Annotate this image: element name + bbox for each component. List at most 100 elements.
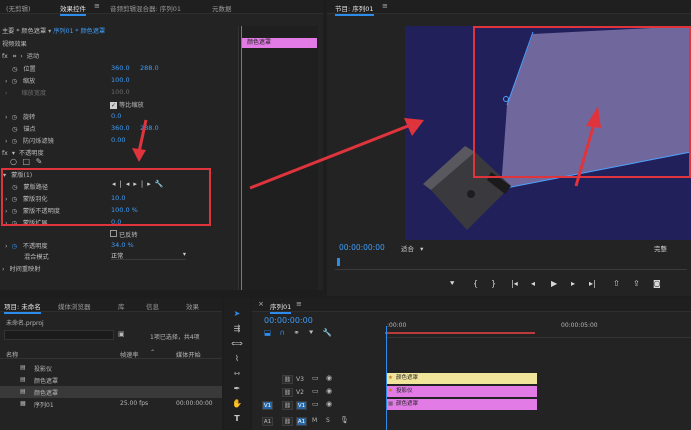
effect-playhead[interactable] xyxy=(241,26,242,290)
play-icon[interactable]: ▶ xyxy=(551,279,557,288)
pen-tool-icon[interactable]: ✒ xyxy=(230,384,244,396)
blend-mode-select[interactable]: 正常 ▾ xyxy=(111,251,186,260)
linked-selection-icon[interactable]: ⚭ xyxy=(293,328,299,337)
program-monitor-title[interactable]: 节目: 序列01 xyxy=(335,3,374,16)
anchor-x-value[interactable]: 360.0 xyxy=(111,124,130,132)
program-timecode[interactable]: 00:00:00:00 xyxy=(339,243,385,252)
project-search-input[interactable] xyxy=(4,330,114,340)
new-bin-icon[interactable]: ▣ xyxy=(118,330,125,338)
snap-icon[interactable]: ∩ xyxy=(279,328,285,337)
mute-button[interactable]: M xyxy=(312,417,317,424)
stopwatch-icon[interactable]: ◷ xyxy=(12,66,17,73)
solo-button[interactable]: S xyxy=(326,417,330,424)
quality-select[interactable]: 完整 xyxy=(654,243,667,253)
toggle-sync-lock[interactable]: ⛓ xyxy=(282,401,293,410)
toggle-output-icon[interactable]: ▭ xyxy=(312,400,319,408)
razor-tool-icon[interactable]: ⌇ xyxy=(230,354,244,366)
tab-libraries[interactable]: 库 xyxy=(118,301,125,311)
position-y-value[interactable]: 288.0 xyxy=(140,64,159,72)
tab-no-clip[interactable]: (无剪辑) xyxy=(6,3,31,13)
stopwatch-icon-active[interactable]: ◷ xyxy=(11,243,16,250)
eye-icon[interactable]: ◉ xyxy=(326,400,332,408)
tab-effects[interactable]: 效果 xyxy=(186,301,199,311)
source-patch-a1[interactable]: A1 xyxy=(262,417,273,426)
panel-menu-icon[interactable]: ≡ xyxy=(382,2,388,10)
step-back-icon[interactable]: ◂ xyxy=(531,279,535,288)
track-name-v1[interactable]: V1 xyxy=(296,401,307,410)
timeline-ruler[interactable]: :00:00 00:00:05:00 xyxy=(385,316,691,338)
mark-in-icon[interactable]: { xyxy=(473,279,478,288)
tab-audio-mixer[interactable]: 音频剪辑混合器: 序列01 xyxy=(110,3,181,13)
breadcrumb-source[interactable]: 主要 * 颜色遮罩 xyxy=(2,28,46,35)
tab-metadata[interactable]: 元数据 xyxy=(212,3,232,13)
panel-menu-icon[interactable]: ≡ xyxy=(94,2,100,10)
video-frame[interactable] xyxy=(405,26,691,240)
go-to-out-icon[interactable]: ▸| xyxy=(589,279,596,288)
panel-menu-icon[interactable]: ≡ xyxy=(296,300,302,308)
col-name[interactable]: 名称 xyxy=(6,350,18,359)
chevron-right-icon[interactable]: › xyxy=(5,138,7,145)
program-playhead[interactable] xyxy=(337,258,340,266)
work-area-bar[interactable] xyxy=(385,332,535,334)
position-x-value[interactable]: 360.0 xyxy=(111,64,130,72)
stopwatch-icon[interactable]: ◷ xyxy=(11,78,16,85)
pen-mask-icon[interactable]: ✎ xyxy=(36,157,43,166)
opacity-value[interactable]: 34.0 % xyxy=(111,241,134,249)
timeline-timecode[interactable]: 00:00:00:00 xyxy=(264,316,313,325)
microphone-icon[interactable]: 🎙 xyxy=(340,416,349,424)
toggle-sync-lock[interactable]: ⛓ xyxy=(282,388,293,397)
go-to-in-icon[interactable]: |◂ xyxy=(511,279,518,288)
clip-v1[interactable]: ▦ 颜色遮罩 xyxy=(387,399,537,410)
add-marker-icon[interactable]: ⯆ xyxy=(308,328,314,337)
chevron-right-icon[interactable]: › xyxy=(5,243,7,250)
marker-icon[interactable]: ⯆ xyxy=(449,279,455,289)
track-name-a1[interactable]: A1 xyxy=(296,417,307,426)
toggle-sync-lock[interactable]: ⛓ xyxy=(282,375,293,384)
toggle-output-icon[interactable]: ▭ xyxy=(312,374,319,382)
tab-media-browser[interactable]: 媒体浏览器 xyxy=(58,301,91,311)
stopwatch-icon[interactable]: ◷ xyxy=(11,114,16,121)
nest-toggle-icon[interactable]: ⬓ xyxy=(264,328,271,337)
track-name-v2[interactable]: V2 xyxy=(296,389,304,396)
stopwatch-icon[interactable]: ◷ xyxy=(12,126,17,133)
ellipse-mask-icon[interactable]: ○ xyxy=(10,157,17,166)
chevron-down-icon[interactable]: ▾ xyxy=(420,245,423,253)
list-item-selected[interactable]: ▤ 颜色遮罩 xyxy=(0,386,222,398)
effect-clip-bar[interactable]: 颜色遮罩 xyxy=(241,38,317,48)
rotation-value[interactable]: 0.0 xyxy=(111,112,121,120)
stopwatch-icon[interactable]: ◷ xyxy=(11,138,16,145)
fit-select[interactable]: 适合 ▾ xyxy=(401,243,423,253)
sort-up-icon[interactable]: ⌃ xyxy=(150,349,155,356)
program-scrubber[interactable] xyxy=(335,258,687,270)
col-start[interactable]: 媒体开始 xyxy=(176,350,201,359)
wrench-icon[interactable]: 🔧 xyxy=(322,328,331,337)
antiflicker-value[interactable]: 0.00 xyxy=(111,136,125,144)
tab-project[interactable]: 项目: 未命名 xyxy=(4,301,41,314)
rectangle-mask-icon[interactable]: □ xyxy=(23,157,31,166)
breadcrumb-sequence[interactable]: 序列01 * 颜色遮罩 xyxy=(53,28,105,35)
inverted-checkbox[interactable] xyxy=(110,230,117,237)
tab-info[interactable]: 信息 xyxy=(146,301,159,311)
motion-transform-icon[interactable]: ⌗ xyxy=(13,53,16,60)
time-remap-row[interactable]: › 时间重映射 xyxy=(2,264,40,274)
track-name-v3[interactable]: V3 xyxy=(296,376,304,383)
hand-tool-icon[interactable]: ✋ xyxy=(230,399,244,411)
fx-icon[interactable]: fx xyxy=(2,150,8,157)
list-item[interactable]: ▤ 投影仪 xyxy=(0,362,222,374)
step-forward-icon[interactable]: ▸ xyxy=(571,279,575,288)
toggle-output-icon[interactable]: ▭ xyxy=(312,387,319,395)
close-icon[interactable]: × xyxy=(258,300,264,308)
chevron-right-icon[interactable]: › xyxy=(2,266,4,273)
uniform-scale-checkbox[interactable]: ✓ xyxy=(110,102,117,109)
clip-v2[interactable]: ★ 投影仪 xyxy=(387,386,537,397)
mark-out-icon[interactable]: } xyxy=(491,279,496,288)
chevron-right-icon[interactable]: › xyxy=(5,78,7,85)
source-patch-v1[interactable]: V1 xyxy=(262,401,273,410)
selection-tool-icon[interactable]: ➤ xyxy=(230,309,244,321)
ripple-edit-tool-icon[interactable]: ⟺ xyxy=(230,339,244,351)
list-item[interactable]: ▦ 序列01 25.00 fps 00:00:00:00 xyxy=(0,398,222,410)
type-tool-icon[interactable]: T xyxy=(230,414,244,426)
chevron-down-icon[interactable]: ▾ xyxy=(12,150,15,157)
slip-tool-icon[interactable]: ⇿ xyxy=(230,369,244,381)
camera-icon[interactable]: ◙ xyxy=(653,279,661,288)
